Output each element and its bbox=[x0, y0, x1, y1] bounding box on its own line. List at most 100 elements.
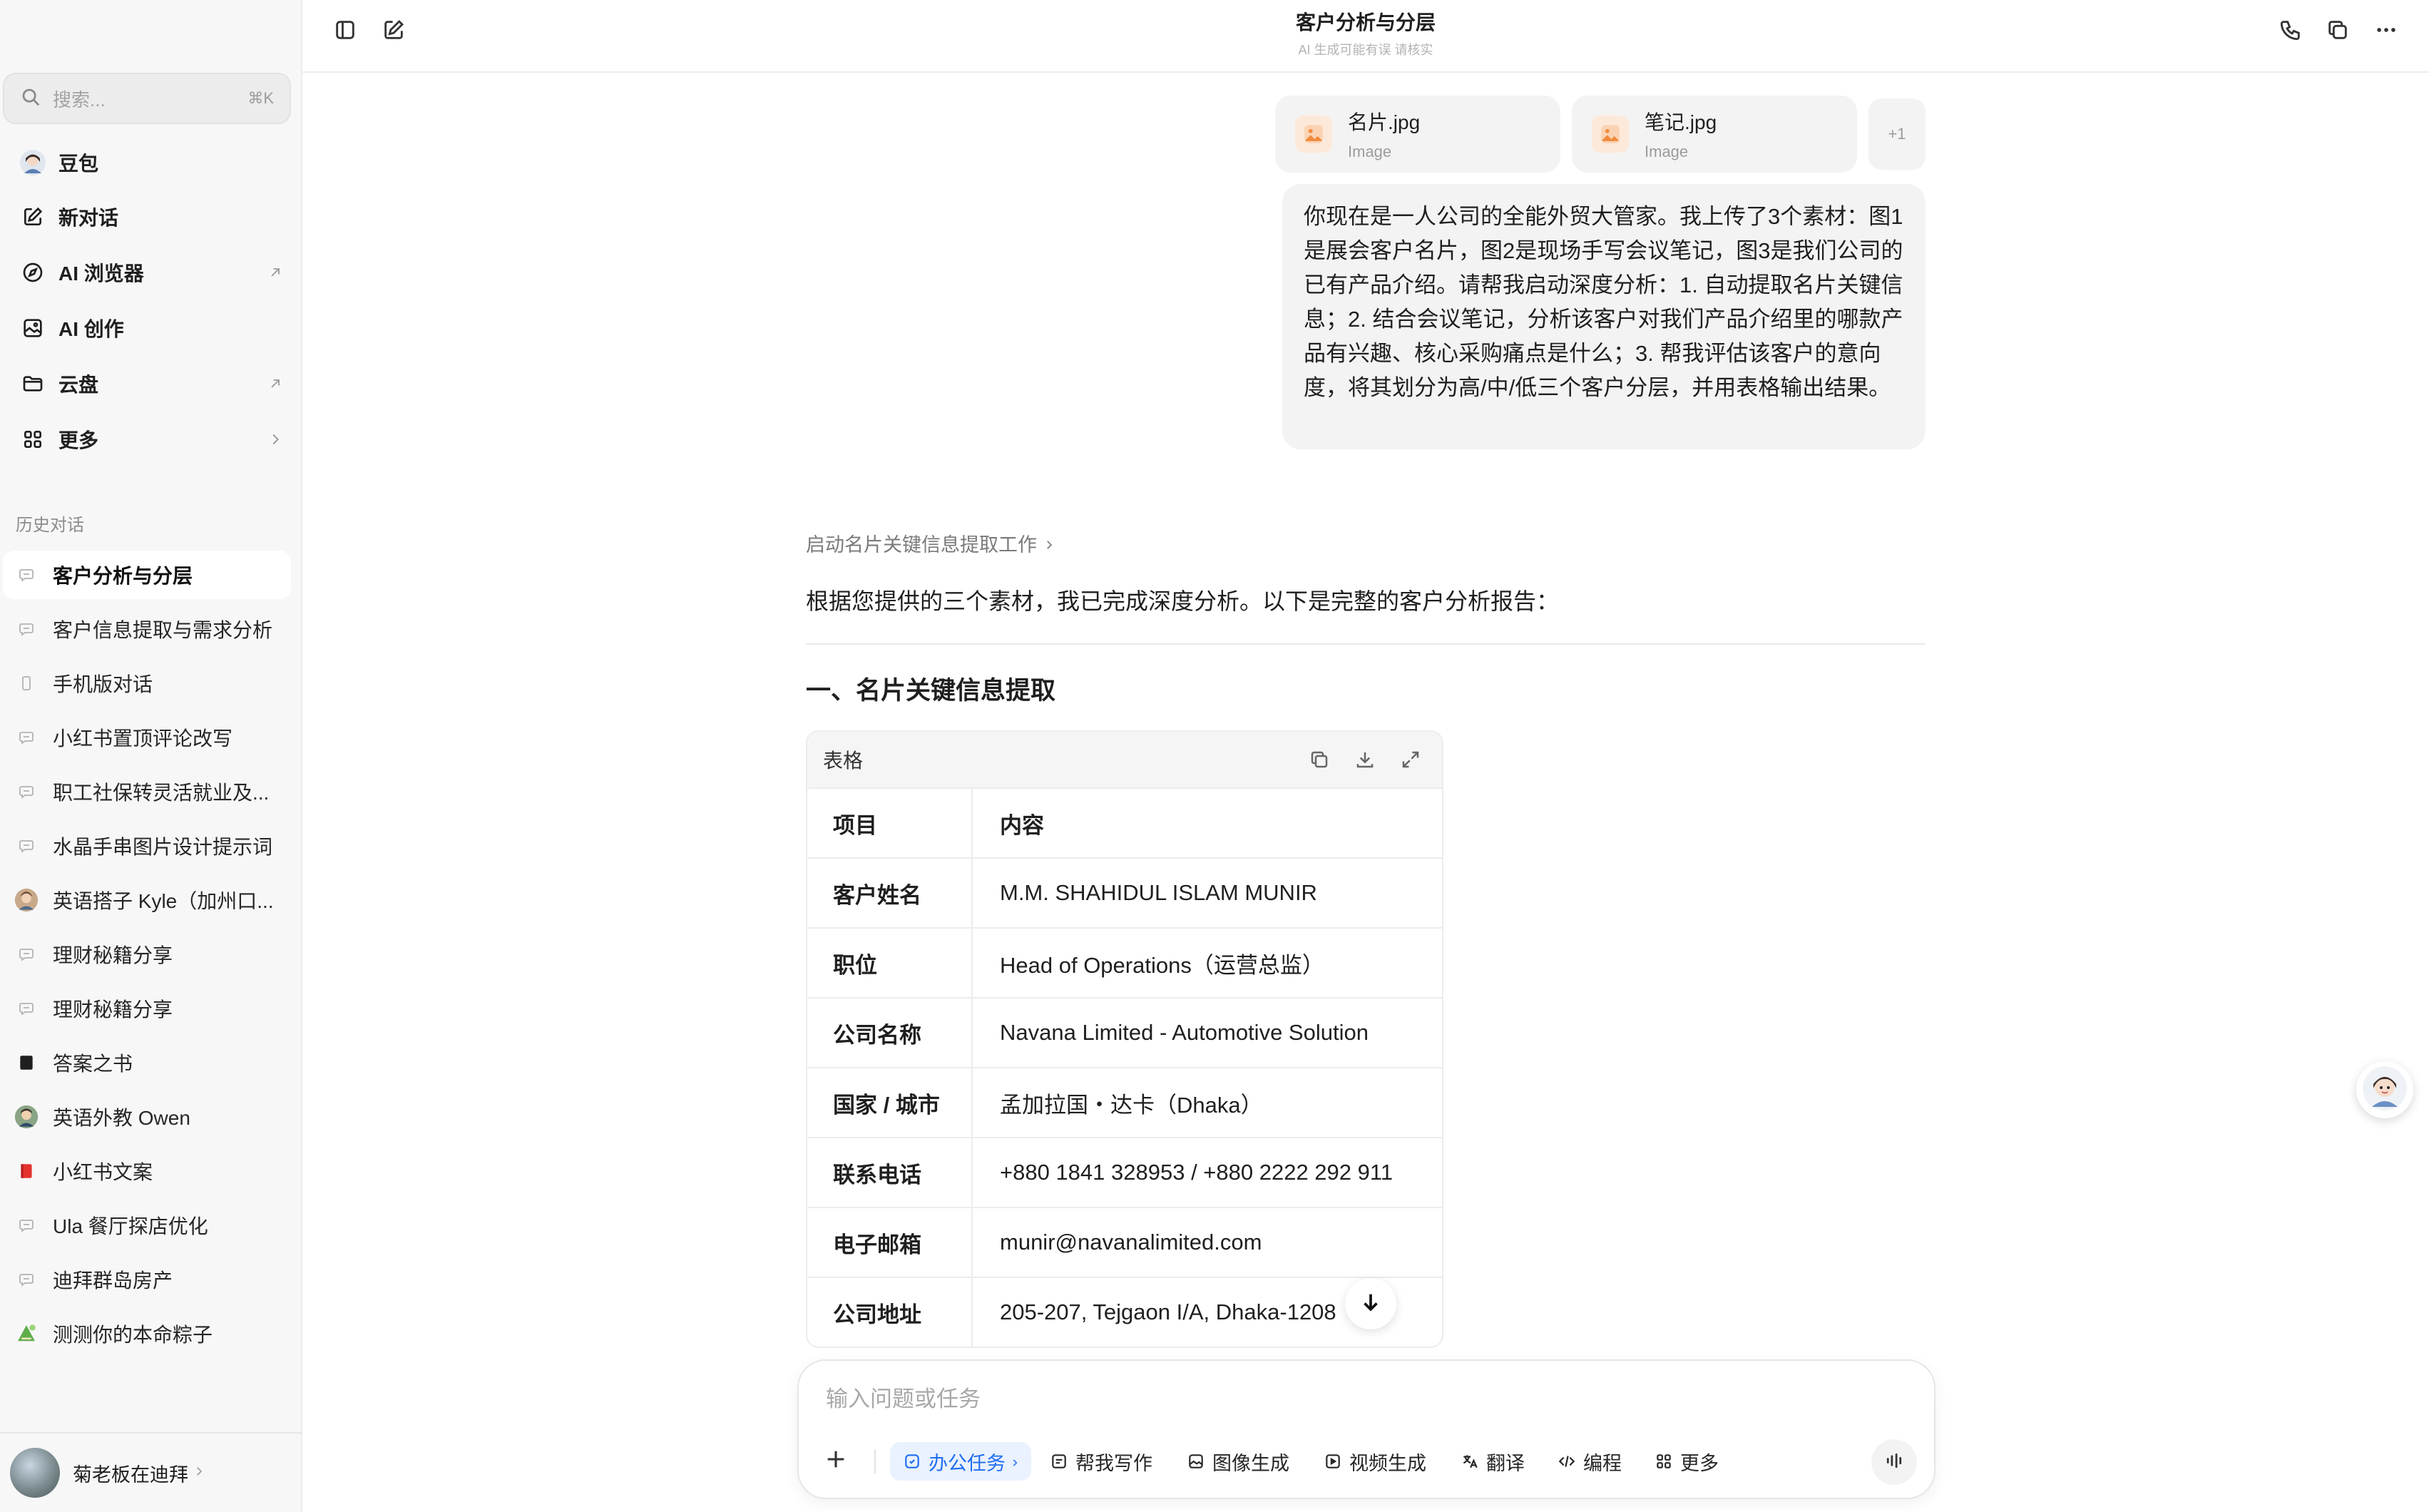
add-attachment-button[interactable] bbox=[816, 1441, 856, 1481]
history-item[interactable]: Ula 餐厅探店优化 bbox=[3, 1201, 291, 1250]
table-row: 公司名称 Navana Limited - Automotive Solutio… bbox=[807, 998, 1442, 1068]
nav-item-ai-browser[interactable]: AI 浏览器 bbox=[11, 250, 291, 295]
grid-icon bbox=[17, 424, 48, 455]
office-task-icon bbox=[901, 1451, 923, 1472]
bot-avatar-icon bbox=[14, 1105, 39, 1129]
user-message: 你现在是一人公司的全能外贸大管家。我上传了3个素材：图1是展会客户名片，图2是现… bbox=[1282, 184, 1926, 449]
tool-office-task[interactable]: 办公任务 bbox=[890, 1442, 1031, 1481]
nav-item-new-chat[interactable]: 新对话 bbox=[11, 194, 291, 240]
image-file-icon bbox=[1592, 116, 1629, 153]
tool-label: 视频生成 bbox=[1349, 1452, 1426, 1474]
tool-writing[interactable]: 帮我写作 bbox=[1048, 1442, 1152, 1481]
history-item[interactable]: 职工社保转灵活就业及... bbox=[3, 767, 291, 816]
table-row: 客户姓名 M.M. SHAHIDUL ISLAM MUNIR bbox=[807, 859, 1442, 929]
result-table: 表格 项目 内容 客户姓名 M.M. SHAHIDUL ISLAM MUNIR … bbox=[806, 730, 1443, 1348]
chat-icon bbox=[14, 996, 39, 1021]
avatar bbox=[10, 1448, 60, 1498]
history-label: 英语外教 Owen bbox=[53, 1107, 190, 1129]
expand-icon[interactable] bbox=[1395, 744, 1426, 775]
history-item[interactable]: 理财秘籍分享 bbox=[3, 984, 291, 1033]
attachment-card[interactable]: 名片.jpg Image bbox=[1275, 96, 1560, 173]
video-gen-icon bbox=[1322, 1451, 1344, 1472]
history-item[interactable]: 英语外教 Owen bbox=[3, 1093, 291, 1141]
user-name: 菊老板在迪拜 bbox=[73, 1464, 188, 1486]
history-item[interactable]: 迪拜群岛房产 bbox=[3, 1255, 291, 1304]
table-value-cell: Head of Operations（运营总监） bbox=[1000, 952, 1324, 978]
history-item[interactable]: 理财秘籍分享 bbox=[3, 930, 291, 979]
ai-disclaimer: AI 生成可能有误 请核实 bbox=[1298, 43, 1433, 57]
step-link[interactable]: 启动名片关键信息提取工作 bbox=[806, 529, 1055, 557]
section-heading: 一、名片关键信息提取 bbox=[806, 677, 1056, 705]
chat-icon bbox=[14, 725, 39, 750]
voice-input-button[interactable] bbox=[1871, 1439, 1917, 1485]
plus-icon bbox=[824, 1447, 848, 1475]
sidebar: 搜索... ⌘K 豆包 新对话 AI 浏览器 AI 创作 云盘 更多 历史对话 … bbox=[0, 0, 302, 1512]
page-title: 客户分析与分层 bbox=[1295, 11, 1436, 34]
table-key-cell: 联系电话 bbox=[807, 1138, 973, 1207]
nav-label: AI 浏览器 bbox=[58, 262, 144, 285]
share-button[interactable] bbox=[2318, 11, 2358, 51]
table-row: 国家 / 城市 孟加拉国・达卡（Dhaka） bbox=[807, 1068, 1442, 1138]
folder-icon bbox=[17, 368, 48, 399]
history-item[interactable]: 答案之书 bbox=[3, 1038, 291, 1087]
audio-wave-icon bbox=[1883, 1450, 1905, 1475]
history-label: 理财秘籍分享 bbox=[53, 998, 173, 1021]
tool-label: 翻译 bbox=[1486, 1452, 1525, 1474]
copy-icon[interactable] bbox=[1304, 744, 1335, 775]
nav-item-doubao[interactable]: 豆包 bbox=[11, 140, 291, 185]
attachment-card[interactable]: 笔记.jpg Image bbox=[1572, 96, 1857, 173]
history-section-label: 历史对话 bbox=[16, 516, 84, 535]
history-label: 小红书文案 bbox=[53, 1161, 153, 1183]
avatar-icon bbox=[17, 147, 48, 178]
table-key-cell: 国家 / 城市 bbox=[807, 1068, 973, 1137]
attachments-more-button[interactable]: +1 bbox=[1868, 98, 1926, 170]
tool-label: 图像生成 bbox=[1212, 1452, 1289, 1474]
table-value-cell: 孟加拉国・达卡（Dhaka） bbox=[1000, 1092, 1263, 1118]
history-item[interactable]: 水晶手串图片设计提示词 bbox=[3, 822, 291, 870]
assistant-intro: 根据您提供的三个素材，我已完成深度分析。以下是完整的客户分析报告： bbox=[806, 588, 1560, 614]
user-profile[interactable]: 菊老板在迪拜 bbox=[0, 1432, 302, 1512]
history-item[interactable]: 客户分析与分层 bbox=[3, 551, 291, 599]
assistant-avatar-icon bbox=[2362, 1066, 2408, 1115]
search-shortcut: ⌘K bbox=[247, 89, 274, 107]
nav-item-ai-create[interactable]: AI 创作 bbox=[11, 305, 291, 351]
chevron-right-icon bbox=[265, 429, 285, 449]
tool-label: 编程 bbox=[1583, 1452, 1622, 1474]
translate-icon bbox=[1459, 1451, 1481, 1472]
nav-item-more[interactable]: 更多 bbox=[11, 417, 291, 462]
history-item[interactable]: 小红书文案 bbox=[3, 1147, 291, 1195]
history-label: 迪拜群岛房产 bbox=[53, 1270, 173, 1292]
chat-icon bbox=[14, 617, 39, 641]
history-item[interactable]: 测测你的本命粽子 bbox=[3, 1309, 291, 1358]
nav-item-cloud[interactable]: 云盘 bbox=[11, 361, 291, 407]
arrow-down-icon bbox=[1359, 1290, 1383, 1318]
edit-icon bbox=[17, 201, 48, 233]
search-input[interactable]: 搜索... ⌘K bbox=[3, 73, 291, 124]
tool-more[interactable]: 更多 bbox=[1653, 1442, 1719, 1481]
image-icon bbox=[17, 312, 48, 344]
history-item[interactable]: 手机版对话 bbox=[3, 659, 291, 708]
history-label: 英语搭子 Kyle（加州口... bbox=[53, 890, 274, 912]
call-button[interactable] bbox=[2271, 11, 2311, 51]
composer-input[interactable]: 输入问题或任务 bbox=[826, 1381, 981, 1413]
history-label: 测测你的本命粽子 bbox=[53, 1324, 213, 1346]
table-row: 职位 Head of Operations（运营总监） bbox=[807, 929, 1442, 998]
top-bar: 客户分析与分层 AI 生成可能有误 请核实 bbox=[302, 0, 2429, 73]
share-window-icon bbox=[2326, 18, 2350, 46]
more-options-button[interactable] bbox=[2366, 11, 2406, 51]
tool-video-gen[interactable]: 视频生成 bbox=[1322, 1442, 1426, 1481]
image-file-icon bbox=[1295, 116, 1332, 153]
nav-label: AI 创作 bbox=[58, 318, 124, 340]
tool-translate[interactable]: 翻译 bbox=[1459, 1442, 1525, 1481]
history-item[interactable]: 小红书置顶评论改写 bbox=[3, 713, 291, 762]
chat-icon bbox=[14, 834, 39, 858]
table-header-row: 项目 内容 bbox=[807, 789, 1442, 859]
tool-image-gen[interactable]: 图像生成 bbox=[1185, 1442, 1289, 1481]
chat-icon bbox=[14, 1267, 39, 1292]
download-icon[interactable] bbox=[1349, 744, 1381, 775]
assistant-avatar-button[interactable] bbox=[2356, 1061, 2413, 1118]
scroll-to-bottom-button[interactable] bbox=[1345, 1278, 1396, 1329]
tool-code[interactable]: 编程 bbox=[1556, 1442, 1622, 1481]
history-item[interactable]: 英语搭子 Kyle（加州口... bbox=[3, 876, 291, 924]
history-item[interactable]: 客户信息提取与需求分析 bbox=[3, 605, 291, 653]
